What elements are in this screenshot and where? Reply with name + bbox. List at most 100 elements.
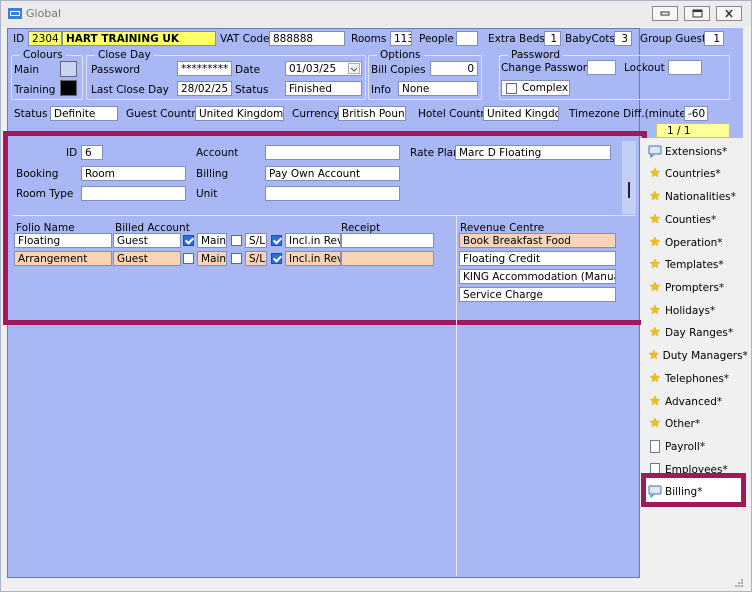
sidebar-item-counties[interactable]: ★ Counties* — [646, 209, 744, 230]
group-guests-field[interactable]: 1 — [704, 31, 724, 46]
pager-box[interactable]: 1 / 1 — [656, 123, 730, 138]
star-icon: ★ — [649, 393, 661, 409]
status-label: Status — [14, 108, 48, 120]
extra-beds-label: Extra Beds — [488, 33, 545, 45]
sidebar-item-duty-managers[interactable]: ★ Duty Managers* — [646, 345, 748, 366]
people-field[interactable] — [456, 31, 478, 46]
room-type-field[interactable] — [81, 186, 186, 201]
star-icon: ★ — [649, 279, 661, 295]
people-label: People — [419, 33, 454, 45]
status-field[interactable]: Definite — [50, 106, 118, 121]
complex-toggle[interactable]: Complex — [501, 80, 570, 96]
complex-label: Complex — [522, 82, 569, 94]
training-colour-label: Training — [14, 84, 56, 96]
document-icon — [648, 440, 662, 454]
folio-row2-incl-label: Incl.in Rev. — [285, 251, 341, 266]
extra-beds-field[interactable]: 1 — [544, 31, 561, 46]
sidebar-item-label: Holidays* — [665, 304, 716, 317]
account-field[interactable] — [265, 145, 400, 160]
star-icon: ★ — [649, 324, 661, 340]
sidebar-item-holidays[interactable]: ★ Holidays* — [646, 300, 744, 321]
group-guests-label: Group Guests — [640, 33, 712, 45]
sidebar-item-label: Duty Managers* — [662, 349, 748, 362]
booking-field[interactable]: Room — [81, 166, 186, 181]
guest-country-field[interactable]: United Kingdom — [195, 106, 284, 121]
folio-row1-sl-checkbox[interactable] — [231, 235, 242, 246]
last-close-field[interactable]: 28/02/25 — [177, 81, 232, 96]
guest-country-label: Guest Country — [126, 108, 202, 120]
folio-row2-name[interactable]: Arrangement — [14, 251, 112, 266]
password-label: Password — [91, 64, 141, 76]
minimize-button[interactable] — [652, 6, 678, 21]
info-field[interactable]: None — [398, 81, 478, 96]
sidebar-item-label: Extensions* — [665, 145, 728, 158]
folio-row1-receipt[interactable] — [341, 233, 434, 248]
rooms-field[interactable]: 113 — [390, 31, 412, 46]
revenue-divider — [456, 216, 457, 576]
billing-scroll-thumb[interactable] — [628, 182, 630, 198]
folio-row2-sl-checkbox[interactable] — [231, 253, 242, 264]
star-icon: ★ — [649, 211, 661, 227]
billing-field[interactable]: Pay Own Account — [265, 166, 400, 181]
timezone-field[interactable]: -60 — [684, 106, 708, 121]
billing-id-field[interactable]: 6 — [81, 145, 103, 160]
sidebar-item-label: Nationalities* — [665, 190, 736, 203]
vat-label: VAT Code — [220, 33, 270, 45]
sidebar-item-advanced[interactable]: ★ Advanced* — [646, 391, 744, 412]
revenue-item[interactable]: Service Charge — [459, 287, 616, 302]
currency-field[interactable]: British Pound — [338, 106, 406, 121]
star-icon: ★ — [649, 188, 661, 204]
sidebar-item-templates[interactable]: ★ Templates* — [646, 254, 744, 275]
training-colour-swatch[interactable] — [60, 80, 77, 96]
close-status-field[interactable]: Finished — [285, 81, 362, 96]
bill-copies-field[interactable]: 0 — [430, 61, 478, 76]
sidebar-item-billing[interactable]: Billing* — [646, 481, 744, 502]
complex-checkbox[interactable] — [506, 83, 517, 94]
folio-row1-incl-checkbox[interactable] — [271, 235, 282, 246]
main-colour-swatch[interactable] — [60, 61, 77, 77]
sidebar-item-operation[interactable]: ★ Operation* — [646, 232, 744, 253]
date-field[interactable]: 01/03/25 — [285, 61, 362, 76]
revenue-item[interactable]: Book Breakfast Food — [459, 233, 616, 248]
babycots-field[interactable]: 3 — [614, 31, 632, 46]
maximize-button[interactable] — [684, 6, 710, 21]
close-button[interactable] — [716, 6, 742, 21]
sidebar-item-extensions[interactable]: Extensions* — [646, 141, 744, 162]
room-type-label: Room Type — [16, 188, 74, 200]
last-close-label: Last Close Day — [91, 84, 169, 96]
rate-plan-field[interactable]: Marc D Floating — [455, 145, 611, 160]
folio-row2-incl-checkbox[interactable] — [271, 253, 282, 264]
folio-row1-main-checkbox[interactable] — [183, 235, 194, 246]
name-field[interactable]: HART TRAINING UK — [62, 31, 216, 46]
sidebar-item-telephones[interactable]: ★ Telephones* — [646, 368, 744, 389]
unit-field[interactable] — [265, 186, 400, 201]
sidebar-item-nationalities[interactable]: ★ Nationalities* — [646, 186, 744, 207]
hotel-country-field[interactable]: United Kingdom — [483, 106, 559, 121]
sidebar-item-other[interactable]: ★ Other* — [646, 413, 744, 434]
folio-row1-sl-label: S/L — [245, 233, 267, 248]
sidebar-item-day-ranges[interactable]: ★ Day Ranges* — [646, 322, 744, 343]
dropdown-chevron-icon[interactable] — [348, 63, 360, 74]
change-password-field[interactable] — [587, 60, 616, 75]
password-field[interactable]: ********* — [177, 61, 232, 76]
sidebar-item-payroll[interactable]: Payroll* — [646, 436, 744, 457]
billing-scrollbar[interactable] — [622, 141, 636, 214]
folio-row2-receipt[interactable] — [341, 251, 434, 266]
sidebar-item-label: Prompters* — [665, 281, 725, 294]
id-field[interactable]: 2304 — [28, 31, 62, 46]
folio-row1-name[interactable]: Floating — [14, 233, 112, 248]
sidebar-item-countries[interactable]: ★ Countries* — [646, 163, 744, 184]
sidebar-item-prompters[interactable]: ★ Prompters* — [646, 277, 744, 298]
folio-row1-billed[interactable]: Guest — [113, 233, 181, 248]
vat-field[interactable]: 888888 — [269, 31, 345, 46]
resize-grip-icon[interactable] — [732, 576, 744, 588]
lockout-field[interactable] — [668, 60, 702, 75]
sidebar-item-label: Day Ranges* — [665, 326, 734, 339]
sidebar-item-label: Telephones* — [665, 372, 730, 385]
revenue-item[interactable]: Floating Credit — [459, 251, 616, 266]
revenue-item[interactable]: KING Accommodation (Manual Pos — [459, 269, 616, 284]
folio-row2-billed[interactable]: Guest — [113, 251, 181, 266]
sidebar-item-label: Advanced* — [665, 395, 723, 408]
folio-row2-main-checkbox[interactable] — [183, 253, 194, 264]
change-password-label: Change Password — [501, 62, 594, 74]
